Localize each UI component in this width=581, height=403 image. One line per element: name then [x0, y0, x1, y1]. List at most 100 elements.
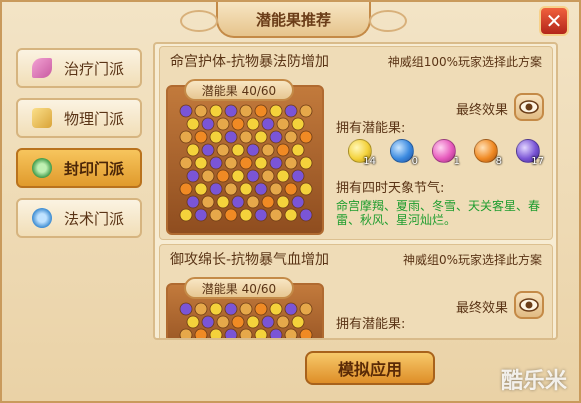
fruit-slot[interactable]: [239, 156, 253, 170]
fruit-slot[interactable]: [299, 208, 313, 222]
fruit-slot[interactable]: [239, 302, 253, 316]
fruit-slot[interactable]: [261, 169, 275, 183]
fruit-slot[interactable]: [246, 315, 260, 329]
fruit-slot[interactable]: [284, 104, 298, 118]
fruit-slot[interactable]: [179, 130, 193, 144]
close-button[interactable]: ✕: [539, 6, 569, 36]
fruit-slot[interactable]: [284, 302, 298, 316]
potential-fruit-board[interactable]: 潜能果 40/60: [166, 79, 324, 235]
fruit-slot[interactable]: [239, 104, 253, 118]
simulate-apply-button[interactable]: 模拟应用: [305, 351, 435, 385]
fruit-slot[interactable]: [179, 156, 193, 170]
fruit-slot[interactable]: [261, 315, 275, 329]
fruit-slot[interactable]: [246, 169, 260, 183]
fruit-slot[interactable]: [299, 328, 313, 340]
fruit-slot[interactable]: [231, 117, 245, 131]
tab-healing-school[interactable]: 治疗门派: [16, 48, 142, 88]
fruit-slot[interactable]: [269, 156, 283, 170]
fruit-slot[interactable]: [216, 169, 230, 183]
fruit-slot[interactable]: [179, 182, 193, 196]
fruit-slot[interactable]: [254, 156, 268, 170]
fruit-slot[interactable]: [269, 302, 283, 316]
fruit-slot[interactable]: [276, 117, 290, 131]
fruit-slot[interactable]: [186, 143, 200, 157]
fruit-slot[interactable]: [299, 302, 313, 316]
fruit-slot[interactable]: [299, 130, 313, 144]
fruit-slot[interactable]: [194, 328, 208, 340]
fruit-slot[interactable]: [231, 169, 245, 183]
fruit-slot[interactable]: [194, 182, 208, 196]
view-final-effect-button[interactable]: [514, 291, 544, 319]
fruit-slot[interactable]: [276, 195, 290, 209]
fruit-slot[interactable]: [299, 156, 313, 170]
fruit-slot[interactable]: [254, 130, 268, 144]
fruit-slot[interactable]: [224, 156, 238, 170]
scheme-list[interactable]: 命宫护体-抗物暴法防增加 神威组100%玩家选择此方案 潜能果 40/60 最终…: [153, 42, 558, 340]
fruit-slot[interactable]: [261, 195, 275, 209]
fruit-slot[interactable]: [209, 130, 223, 144]
fruit-slot[interactable]: [194, 302, 208, 316]
potential-fruit-board[interactable]: 潜能果 40/60: [166, 277, 324, 340]
fruit-slot[interactable]: [216, 195, 230, 209]
fruit-slot[interactable]: [239, 328, 253, 340]
fruit-slot[interactable]: [179, 208, 193, 222]
fruit-slot[interactable]: [194, 208, 208, 222]
fruit-slot[interactable]: [224, 182, 238, 196]
fruit-slot[interactable]: [201, 143, 215, 157]
fruit-slot[interactable]: [239, 182, 253, 196]
fruit-slot[interactable]: [276, 315, 290, 329]
fruit-slot[interactable]: [194, 104, 208, 118]
fruit-slot[interactable]: [224, 130, 238, 144]
fruit-slot[interactable]: [224, 104, 238, 118]
fruit-slot[interactable]: [194, 156, 208, 170]
tab-seal-school[interactable]: 封印门派: [16, 148, 142, 188]
fruit-slot[interactable]: [269, 130, 283, 144]
fruit-slot[interactable]: [284, 130, 298, 144]
fruit-slot[interactable]: [269, 328, 283, 340]
fruit-slot[interactable]: [224, 302, 238, 316]
tab-physical-school[interactable]: 物理门派: [16, 98, 142, 138]
fruit-slot[interactable]: [216, 117, 230, 131]
fruit-slot[interactable]: [186, 195, 200, 209]
fruit-slot[interactable]: [186, 169, 200, 183]
fruit-slot[interactable]: [231, 143, 245, 157]
fruit-slot[interactable]: [276, 143, 290, 157]
fruit-slot[interactable]: [284, 156, 298, 170]
fruit-slot[interactable]: [186, 117, 200, 131]
fruit-slot[interactable]: [291, 315, 305, 329]
fruit-slot[interactable]: [209, 104, 223, 118]
fruit-slot[interactable]: [186, 315, 200, 329]
fruit-slot[interactable]: [276, 169, 290, 183]
fruit-slot[interactable]: [269, 182, 283, 196]
fruit-slot[interactable]: [216, 315, 230, 329]
fruit-slot[interactable]: [201, 117, 215, 131]
view-final-effect-button[interactable]: [514, 93, 544, 121]
fruit-slot[interactable]: [224, 328, 238, 340]
fruit-slot[interactable]: [231, 195, 245, 209]
fruit-slot[interactable]: [284, 328, 298, 340]
fruit-slot[interactable]: [254, 182, 268, 196]
fruit-slot[interactable]: [291, 195, 305, 209]
fruit-slot[interactable]: [231, 315, 245, 329]
fruit-slot[interactable]: [291, 143, 305, 157]
fruit-slot[interactable]: [201, 169, 215, 183]
fruit-slot[interactable]: [261, 143, 275, 157]
fruit-slot[interactable]: [209, 328, 223, 340]
fruit-slot[interactable]: [261, 117, 275, 131]
fruit-slot[interactable]: [269, 104, 283, 118]
fruit-slot[interactable]: [269, 208, 283, 222]
fruit-slot[interactable]: [209, 208, 223, 222]
fruit-slot[interactable]: [209, 182, 223, 196]
fruit-slot[interactable]: [194, 130, 208, 144]
fruit-slot[interactable]: [246, 117, 260, 131]
fruit-slot[interactable]: [246, 143, 260, 157]
fruit-slot[interactable]: [291, 169, 305, 183]
fruit-slot[interactable]: [299, 104, 313, 118]
fruit-slot[interactable]: [179, 104, 193, 118]
fruit-slot[interactable]: [246, 195, 260, 209]
fruit-slot[interactable]: [209, 156, 223, 170]
fruit-slot[interactable]: [254, 328, 268, 340]
fruit-slot[interactable]: [284, 208, 298, 222]
fruit-slot[interactable]: [284, 182, 298, 196]
fruit-slot[interactable]: [239, 130, 253, 144]
